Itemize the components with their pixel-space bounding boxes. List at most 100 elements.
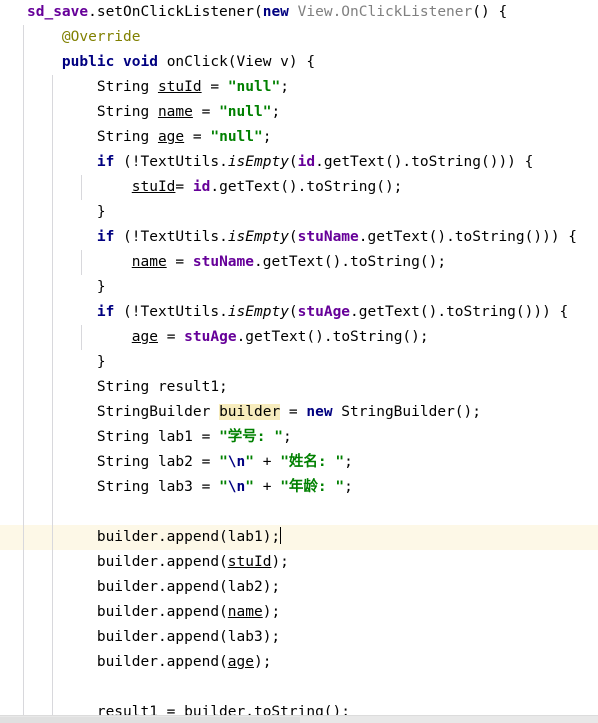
code-line[interactable]: if (!TextUtils.isEmpty(stuName.getText()… [0,225,598,250]
code-line-active[interactable]: builder.append(lab1); [0,525,598,550]
token-local-name: name [227,604,263,620]
code-line[interactable]: String lab1 = "学号: "; [0,425,598,450]
token-static-method-isempty: isEmpty [227,154,289,170]
token-plain: builder.append(lab3); [27,629,281,645]
token-plain: StringBuilder(); [332,404,481,420]
code-line[interactable]: builder.append(lab3); [0,625,598,650]
token-plain: builder.append( [27,604,228,620]
token-plain: String lab3 = [27,479,220,495]
horizontal-scrollbar-thumb[interactable] [0,717,300,723]
code-line[interactable]: @Override [0,25,598,50]
token-local-name: name [131,254,167,270]
token-plain: .getText().toString())) { [358,229,578,245]
token-plain: builder.append( [27,654,228,670]
token-field-id: id [297,154,316,170]
token-plain: String lab1 = [27,429,220,445]
token-plain: = [192,104,220,120]
code-line[interactable]: stuId= id.getText().toString(); [0,175,598,200]
code-line-empty[interactable] [0,675,598,700]
token-keyword-void: void [123,54,158,70]
token-plain: .getText().toString())) { [350,304,569,320]
code-line[interactable]: builder.append(stuId); [0,550,598,575]
code-line[interactable]: builder.append(name); [0,600,598,625]
code-line[interactable]: String result1; [0,375,598,400]
token-plain: ; [344,479,353,495]
token-plain: (!TextUtils. [114,304,228,320]
token-field-stuage: stuAge [297,304,351,320]
code-line[interactable]: String stuId = "null"; [0,75,598,100]
token-local-age: age [227,654,254,670]
text-caret [279,527,281,544]
token-plain: ); [271,554,289,570]
token-escape-newline: \n [227,479,246,495]
token-anonymous-type: View.OnClickListener [297,4,473,20]
token-plain: .getText().toString())) { [315,154,534,170]
code-editor-viewport[interactable]: sd_save.setOnClickListener(new View.OnCl… [0,0,598,720]
token-plain: + [254,454,281,470]
token-field-id: id [192,179,211,195]
token-local-stuid: stuId [227,554,272,570]
code-line[interactable]: } [0,200,598,225]
token-plain: String lab2 = [27,454,220,470]
token-plain: .setOnClickListener( [88,4,263,20]
token-string-newline: " [219,479,228,495]
token-plain: ; [271,104,281,120]
token-plain: builder.append(lab1); [27,529,281,545]
token-keyword-if: if [96,229,115,245]
token-plain: .getText().toString(); [210,179,403,195]
token-plain: ( [288,154,298,170]
token-plain: onClick(View v) { [157,54,316,70]
token-plain: String [27,104,158,120]
token-plain: = [184,129,211,145]
code-line[interactable]: StringBuilder builder = new StringBuilde… [0,400,598,425]
token-string-null: "null" [227,79,281,95]
code-line[interactable]: String age = "null"; [0,125,598,150]
token-plain: String [27,129,158,145]
token-plain: StringBuilder [27,404,220,420]
token-plain: ); [262,604,281,620]
code-line[interactable]: sd_save.setOnClickListener(new View.OnCl… [0,0,598,25]
code-line[interactable]: name = stuName.getText().toString(); [0,250,598,275]
code-editor[interactable]: sd_save.setOnClickListener(new View.OnCl… [0,0,598,723]
token-string-lab3: "年龄: " [280,479,345,495]
token-keyword-if: if [96,154,115,170]
horizontal-scrollbar[interactable] [0,715,598,723]
token-plain: (!TextUtils. [114,229,228,245]
code-line[interactable]: } [0,275,598,300]
token-plain: ; [280,79,289,95]
code-line-empty[interactable] [0,500,598,525]
token-plain: = [166,254,193,270]
token-local-age: age [131,329,158,345]
code-line[interactable]: builder.append(lab2); [0,575,598,600]
token-plain: builder.append(lab2); [27,579,281,595]
token-plain: ); [254,654,272,670]
token-plain: .getText().toString(); [236,329,429,345]
code-line[interactable]: if (!TextUtils.isEmpty(stuAge.getText().… [0,300,598,325]
code-lines[interactable]: sd_save.setOnClickListener(new View.OnCl… [0,0,598,723]
code-line[interactable]: String name = "null"; [0,100,598,125]
token-string-lab1: "学号: " [219,429,283,445]
token-annotation-override: @Override [61,29,141,45]
code-line[interactable]: String lab2 = "\n" + "姓名: "; [0,450,598,475]
token-field-stuname: stuName [192,254,254,270]
token-plain: ; [282,429,292,445]
code-line[interactable]: String lab3 = "\n" + "年龄: "; [0,475,598,500]
token-local-name: name [157,104,193,120]
code-line[interactable]: } [0,350,598,375]
token-escape-newline: \n [227,454,246,470]
code-line[interactable]: public void onClick(View v) { [0,50,598,75]
code-line[interactable]: builder.append(age); [0,650,598,675]
code-line[interactable]: if (!TextUtils.isEmpty(id.getText().toSt… [0,150,598,175]
token-field-stuage: stuAge [184,329,237,345]
code-line[interactable]: age = stuAge.getText().toString(); [0,325,598,350]
token-plain: ( [288,304,298,320]
token-keyword-new: new [262,4,289,20]
token-plain: = [157,329,185,345]
token-field-sd-save: sd_save [27,4,89,20]
token-string-lab2: "姓名: " [280,454,345,470]
